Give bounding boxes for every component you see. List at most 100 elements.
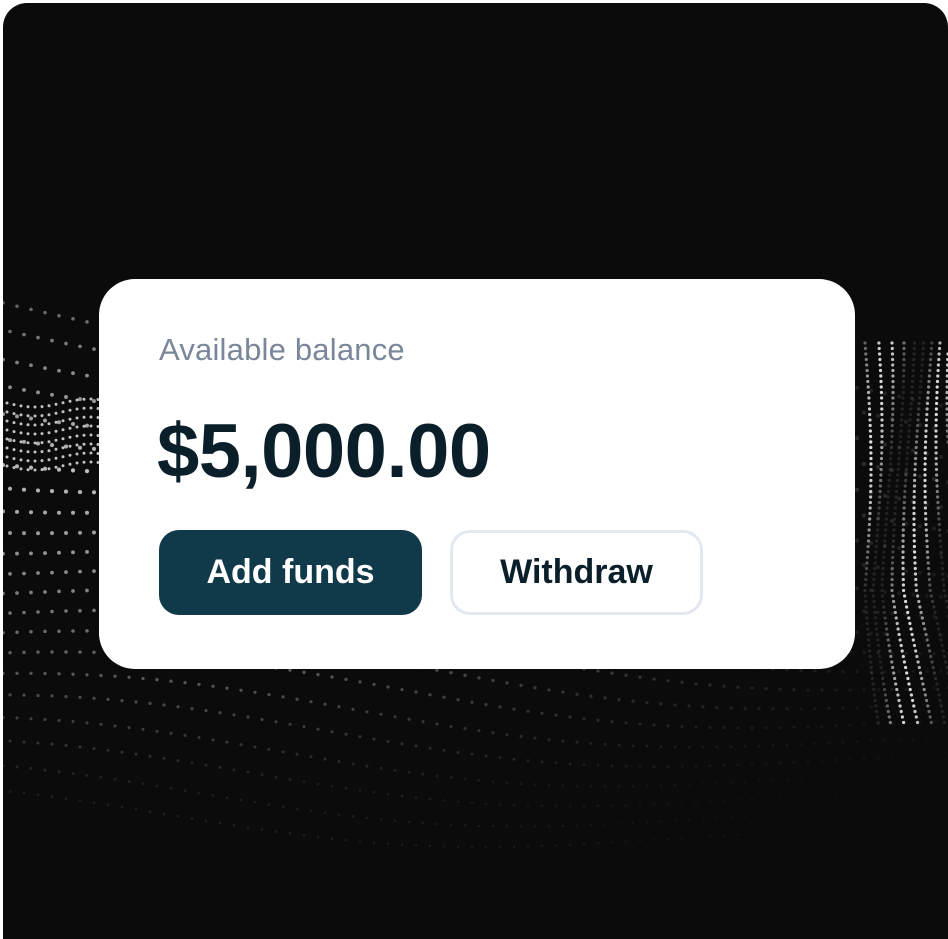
decorative-dot <box>925 401 930 406</box>
decorative-dot <box>358 840 362 843</box>
decorative-dot <box>914 583 918 587</box>
decorative-dot <box>681 837 684 840</box>
decorative-dot <box>912 489 916 494</box>
decorative-dot <box>316 782 320 786</box>
decorative-dot <box>909 401 913 406</box>
decorative-dot <box>47 458 51 462</box>
decorative-dot <box>3 671 5 676</box>
decorative-dot <box>912 363 916 367</box>
decorative-dot <box>330 837 334 840</box>
decorative-dot <box>54 438 58 442</box>
decorative-dot <box>526 845 530 848</box>
decorative-dot <box>871 588 875 593</box>
decorative-dot <box>820 688 824 692</box>
decorative-dot <box>912 357 916 362</box>
decorative-dot <box>871 583 876 587</box>
decorative-dot <box>898 812 901 815</box>
decorative-dot <box>901 550 905 554</box>
decorative-dot <box>50 742 54 746</box>
decorative-dot <box>750 762 754 766</box>
decorative-dot <box>35 441 41 446</box>
decorative-dot <box>519 734 523 738</box>
decorative-dot <box>169 731 173 735</box>
decorative-dot <box>673 783 677 787</box>
decorative-dot <box>899 643 903 648</box>
decorative-dot <box>896 693 900 697</box>
add-funds-button[interactable]: Add funds <box>159 530 422 615</box>
decorative-dot <box>295 752 299 756</box>
decorative-dot <box>75 443 79 447</box>
decorative-dot <box>934 440 938 444</box>
decorative-dot <box>923 506 928 510</box>
decorative-dot <box>927 385 931 389</box>
decorative-dot <box>884 774 887 777</box>
decorative-dot <box>879 379 883 384</box>
decorative-dot <box>874 544 878 549</box>
decorative-dot <box>75 398 79 402</box>
decorative-dot <box>77 445 83 450</box>
decorative-dot <box>470 752 474 756</box>
decorative-dot <box>904 687 908 691</box>
decorative-dot <box>89 424 93 428</box>
decorative-dot <box>40 459 44 463</box>
decorative-dot <box>43 717 47 722</box>
decorative-dot <box>127 675 131 679</box>
decorative-dot <box>722 684 726 688</box>
decorative-dot <box>3 764 5 768</box>
decorative-dot <box>365 764 369 768</box>
decorative-dot <box>386 792 390 796</box>
decorative-dot <box>856 811 859 814</box>
decorative-dot <box>869 484 873 488</box>
decorative-dot <box>905 671 909 675</box>
decorative-dot <box>888 462 893 466</box>
decorative-dot <box>197 736 201 740</box>
decorative-dot <box>934 462 938 466</box>
decorative-dot <box>15 630 19 634</box>
decorative-dot <box>922 341 926 345</box>
decorative-dot <box>400 843 404 846</box>
decorative-dot <box>931 665 935 670</box>
decorative-dot <box>716 782 719 785</box>
decorative-dot <box>687 704 691 708</box>
decorative-dot <box>934 467 939 472</box>
decorative-dot <box>901 522 906 527</box>
decorative-dot <box>379 712 383 716</box>
withdraw-button[interactable]: Withdraw <box>450 530 703 615</box>
decorative-dot <box>351 815 355 818</box>
decorative-dot <box>50 570 54 575</box>
decorative-dot <box>938 341 942 345</box>
decorative-dot <box>351 707 355 711</box>
decorative-dot <box>26 414 30 418</box>
decorative-dot <box>894 500 898 505</box>
decorative-dot <box>758 814 761 817</box>
decorative-dot <box>8 385 12 390</box>
decorative-dot <box>792 725 796 729</box>
decorative-dot <box>884 522 888 527</box>
decorative-dot <box>47 449 51 453</box>
decorative-dot <box>849 831 852 834</box>
decorative-dot <box>589 694 593 698</box>
decorative-dot <box>49 443 55 448</box>
decorative-dot <box>681 802 684 805</box>
decorative-dot <box>848 723 852 727</box>
decorative-dot <box>908 412 913 417</box>
decorative-dot <box>309 700 313 704</box>
decorative-dot <box>866 544 870 549</box>
decorative-dot <box>884 621 888 626</box>
decorative-dot <box>911 379 915 384</box>
decorative-dot <box>43 671 47 676</box>
decorative-dot <box>218 821 222 825</box>
decorative-dot <box>8 572 12 576</box>
decorative-dot <box>891 412 895 417</box>
decorative-dot <box>930 341 934 345</box>
decorative-dot <box>638 722 642 726</box>
decorative-dot <box>526 759 530 763</box>
decorative-dot <box>904 651 908 656</box>
decorative-dot <box>63 489 69 494</box>
decorative-dot <box>540 711 544 715</box>
decorative-dot <box>877 346 881 351</box>
decorative-dot <box>901 577 905 582</box>
decorative-dot <box>862 650 866 655</box>
decorative-dot <box>43 418 47 423</box>
decorative-dot <box>906 440 910 444</box>
